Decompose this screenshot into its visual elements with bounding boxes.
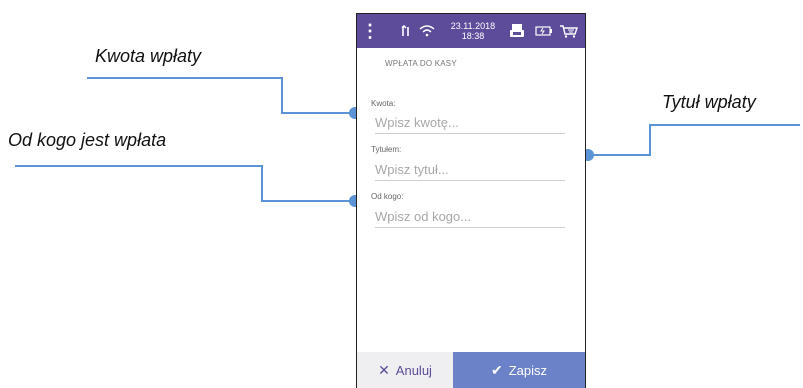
cancel-label: Anuluj (395, 363, 432, 378)
button-bar: ✕ Anuluj ✔ Zapisz (357, 352, 585, 388)
title-input[interactable] (375, 159, 565, 179)
printer-icon[interactable] (507, 14, 527, 48)
battery-icon (533, 14, 555, 48)
from-field (375, 206, 565, 228)
status-bar: ⋮ 23.11.2018 18:38 (357, 14, 585, 48)
status-time: 18:38 (461, 31, 485, 41)
cancel-button[interactable]: ✕ Anuluj (357, 352, 453, 388)
od-kogo-line (15, 165, 355, 202)
kwota-line (87, 77, 355, 114)
tytul-line (588, 124, 800, 156)
antenna-icon (399, 14, 413, 48)
title-label: Tytułem: (371, 145, 402, 154)
amount-input[interactable] (375, 112, 565, 132)
cart-icon[interactable] (557, 14, 581, 48)
from-label: Od kogo: (371, 192, 404, 201)
form-title: WPŁATA DO KASY (385, 59, 457, 68)
wifi-icon (419, 14, 435, 48)
phone-screen: ⋮ 23.11.2018 18:38 WPŁATA DO KASY Kwota:… (356, 13, 586, 388)
close-icon: ✕ (378, 362, 390, 378)
callout-tytul: Tytuł wpłaty (662, 92, 756, 112)
amount-field (375, 112, 565, 134)
save-label: Zapisz (508, 363, 548, 378)
save-button[interactable]: ✔ Zapisz (453, 352, 585, 388)
menu-icon[interactable]: ⋮ (361, 14, 379, 48)
callout-kwota: Kwota wpłaty (95, 46, 202, 66)
amount-label: Kwota: (371, 99, 396, 108)
check-icon: ✔ (490, 362, 503, 378)
callout-od-kogo: Od kogo jest wpłata (8, 130, 167, 150)
title-field (375, 159, 565, 181)
datetime: 23.11.2018 18:38 (445, 14, 501, 48)
from-input[interactable] (375, 206, 565, 226)
status-date: 23.11.2018 (450, 21, 496, 31)
